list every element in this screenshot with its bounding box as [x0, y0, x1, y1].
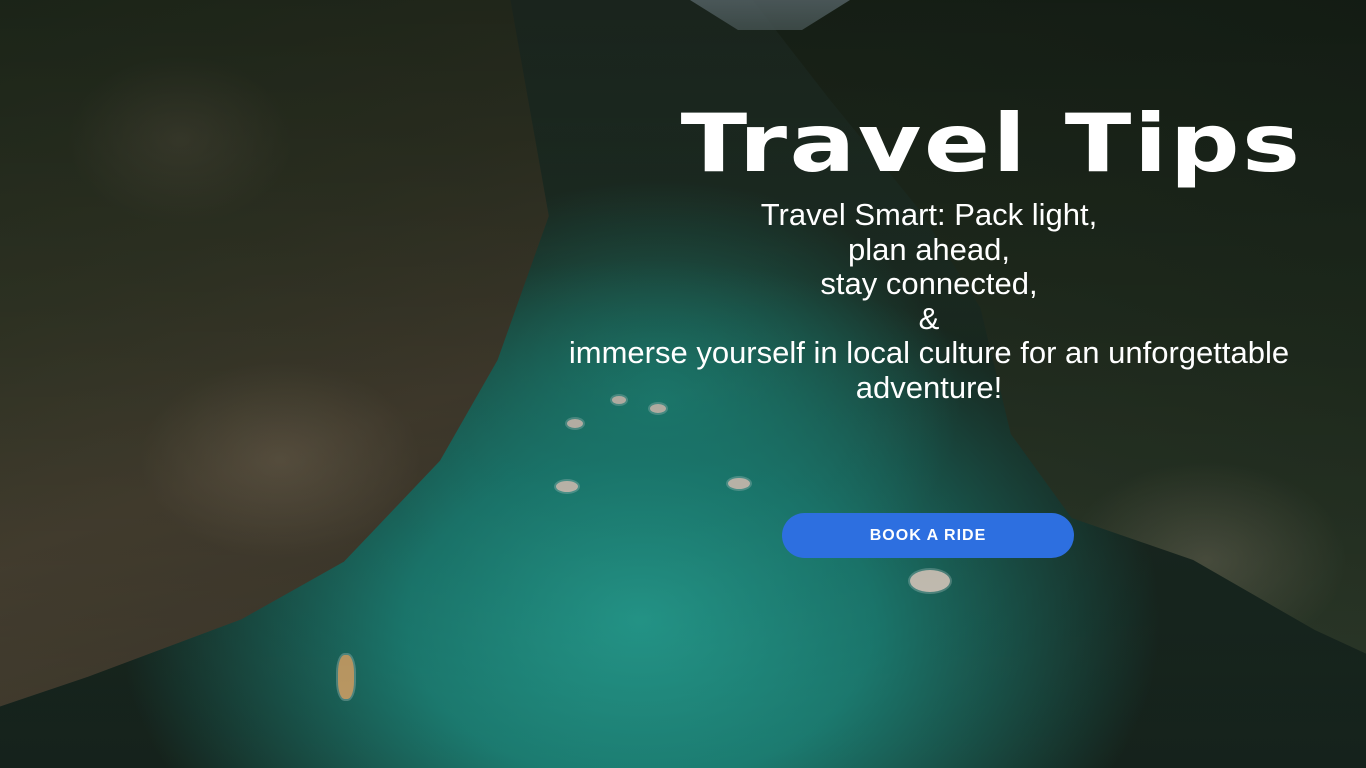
tip-line: Travel Smart: Pack light, [760, 197, 1098, 232]
travel-tips-text: Travel Smart: Pack light, plan ahead, st… [548, 197, 1310, 405]
tip-line: immerse yourself in local culture for an… [568, 335, 1290, 370]
hero-section: Travel Tips Travel Smart: Pack light, pl… [0, 0, 1366, 768]
tip-line: adventure! [855, 369, 1003, 405]
book-a-ride-button[interactable]: BOOK A RIDE [782, 513, 1074, 558]
tip-line: stay connected, [820, 266, 1038, 301]
tip-line: plan ahead, [847, 231, 1011, 267]
tip-line: & [918, 300, 940, 336]
page-title: Travel Tips [680, 97, 1303, 190]
